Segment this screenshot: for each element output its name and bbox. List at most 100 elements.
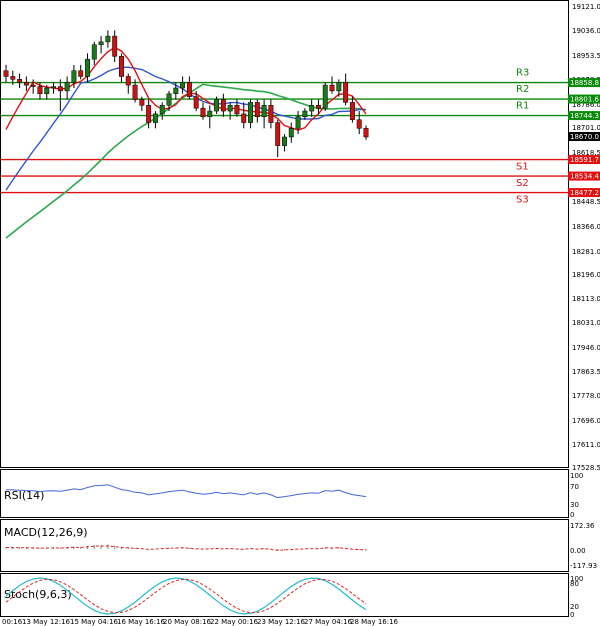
chart-canvas: 19121.0 19036.0 18953.5 18786.0 18701.0 … bbox=[0, 0, 600, 626]
candle-body bbox=[343, 81, 349, 103]
macd-label: -117.93 bbox=[570, 562, 597, 570]
candle-body bbox=[17, 79, 23, 83]
candle-body bbox=[139, 99, 145, 106]
candle-body bbox=[322, 84, 328, 109]
candle-body bbox=[248, 102, 253, 123]
candle-body bbox=[23, 81, 29, 86]
x-tick-label: 22 May 00:16 bbox=[210, 618, 259, 626]
candle-body bbox=[336, 81, 342, 92]
y-tick-label: 17946.0 bbox=[572, 344, 600, 352]
candle-body bbox=[214, 99, 220, 112]
current-price-label: 18670.0 bbox=[570, 133, 599, 141]
level-value: 18801.6 bbox=[570, 96, 599, 104]
level-value: 18477.2 bbox=[570, 189, 599, 197]
x-tick-label: 28 May 16:16 bbox=[350, 618, 399, 626]
candle-body bbox=[166, 93, 172, 106]
candle-body bbox=[309, 105, 315, 112]
rsi-label: 0 bbox=[570, 511, 574, 519]
level-name: S1 bbox=[516, 162, 529, 173]
candle-body bbox=[98, 41, 104, 46]
y-tick-label: 18366.0 bbox=[572, 223, 600, 231]
candle-body bbox=[282, 136, 287, 146]
candle-body bbox=[173, 87, 179, 95]
candle-body bbox=[119, 56, 124, 77]
rsi-panel bbox=[0, 469, 569, 518]
candle-body bbox=[30, 84, 36, 87]
candle-body bbox=[234, 105, 240, 115]
candle-body bbox=[105, 35, 111, 43]
candle-body bbox=[57, 86, 63, 92]
candle-body bbox=[349, 102, 355, 120]
level-name: S2 bbox=[516, 178, 529, 189]
macd-label: 0.00 bbox=[570, 547, 586, 555]
level-value: 18744.3 bbox=[570, 112, 599, 120]
candle-body bbox=[51, 86, 56, 89]
rsi-label: 100 bbox=[570, 472, 583, 480]
y-tick-label: 17863.5 bbox=[572, 368, 600, 376]
candle-body bbox=[193, 96, 199, 109]
candle-body bbox=[207, 110, 213, 118]
x-tick-label: 00:16 bbox=[2, 618, 23, 626]
candle-body bbox=[227, 105, 233, 112]
current-price-tag: 18670.0 bbox=[568, 132, 600, 141]
x-tick-label: 20 May 08:16 bbox=[163, 618, 212, 626]
stoch-label: 0 bbox=[570, 611, 574, 619]
candle-body bbox=[295, 116, 301, 129]
y-tick-label: 18701.0 bbox=[572, 124, 600, 132]
candle-body bbox=[200, 107, 206, 118]
y-tick-label: 18281.0 bbox=[572, 248, 600, 256]
candle-body bbox=[329, 84, 335, 92]
y-tick-label: 18031.0 bbox=[572, 319, 600, 327]
candle-body bbox=[125, 76, 131, 86]
candle-body bbox=[288, 128, 294, 138]
stoch-panel bbox=[0, 573, 569, 617]
macd-title: MACD(12,26,9) bbox=[4, 526, 88, 539]
stoch-label: 20 bbox=[570, 603, 579, 611]
x-tick-label: 13 May 12:16 bbox=[22, 618, 71, 626]
candle-body bbox=[363, 128, 369, 138]
candle-body bbox=[91, 44, 97, 60]
candle-body bbox=[152, 113, 158, 123]
y-tick-label: 18953.5 bbox=[572, 52, 600, 60]
macd-label: 172.36 bbox=[570, 522, 595, 530]
level-value: 18534.4 bbox=[570, 173, 599, 181]
candle-body bbox=[254, 102, 260, 118]
candle-body bbox=[78, 70, 84, 77]
candle-body bbox=[316, 105, 321, 109]
candle-body bbox=[132, 84, 138, 100]
y-tick-label: 19121.0 bbox=[572, 3, 600, 11]
level-value: 18591.7 bbox=[570, 156, 599, 164]
candle-body bbox=[180, 81, 186, 89]
candle-body bbox=[10, 76, 16, 80]
y-tick-label: 18113.0 bbox=[572, 295, 600, 303]
x-tick-label: 23 May 12:16 bbox=[257, 618, 306, 626]
candle-body bbox=[112, 35, 118, 57]
candle-body bbox=[64, 81, 70, 92]
candle-body bbox=[356, 119, 362, 129]
x-tick-label: 15 May 04:16 bbox=[70, 618, 119, 626]
y-tick-label: 17528.5 bbox=[572, 464, 600, 472]
candle-body bbox=[44, 87, 50, 95]
candle-body bbox=[3, 70, 9, 77]
rsi-label: 70 bbox=[570, 483, 579, 491]
candle-body bbox=[302, 110, 308, 118]
level-name: R3 bbox=[516, 68, 529, 79]
candle-body bbox=[37, 86, 43, 95]
stoch-label: 80 bbox=[570, 580, 579, 588]
candle-body bbox=[241, 113, 247, 123]
x-tick-label: 16 May 16:16 bbox=[117, 618, 166, 626]
y-tick-label: 17696.0 bbox=[572, 417, 600, 425]
x-tick-label: 27 May 04:16 bbox=[304, 618, 353, 626]
candle-body bbox=[268, 105, 274, 123]
level-value: 18858.8 bbox=[570, 79, 599, 87]
y-tick-label: 18196.0 bbox=[572, 271, 600, 279]
x-axis: 00:16 13 May 12:16 15 May 04:16 16 May 1… bbox=[2, 618, 399, 626]
level-name: S3 bbox=[516, 195, 529, 206]
level-name: R2 bbox=[516, 84, 529, 95]
candle-body bbox=[146, 105, 152, 123]
y-tick-label: 19036.0 bbox=[572, 27, 600, 35]
candle-body bbox=[186, 81, 192, 97]
y-axis: 19121.0 19036.0 18953.5 18786.0 18701.0 … bbox=[572, 3, 600, 472]
candle-body bbox=[275, 122, 281, 146]
candle-body bbox=[220, 99, 226, 112]
